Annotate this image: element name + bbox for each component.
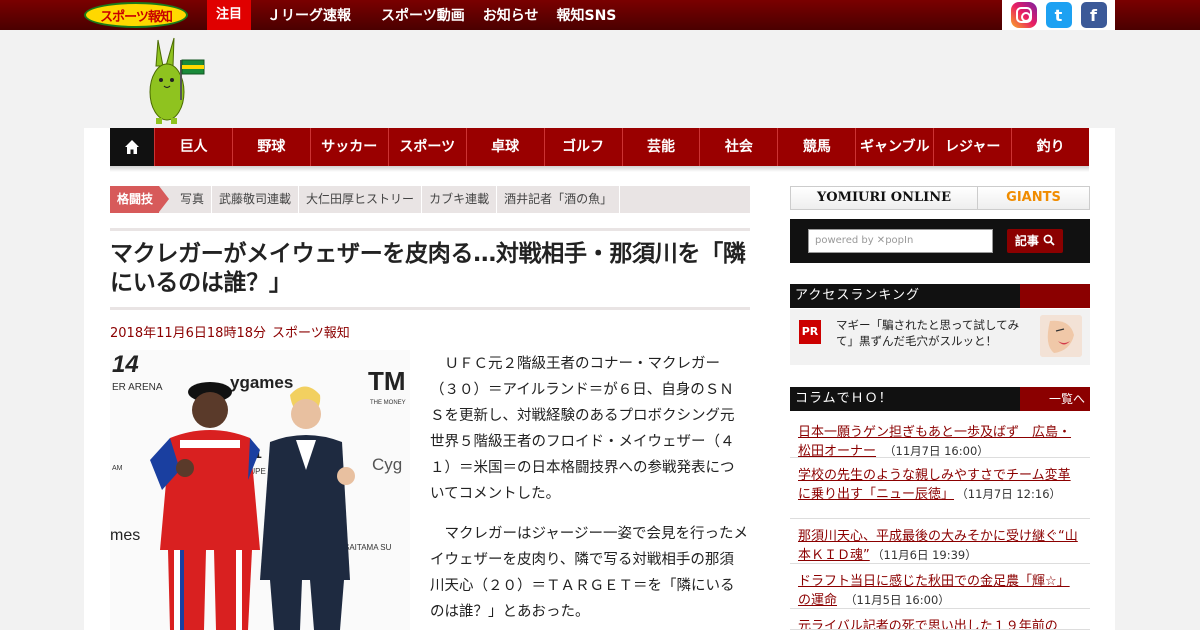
photo-text-arena: ER ARENA bbox=[112, 382, 163, 393]
column-item: 元ライバル記者の死で思い出した１９年前の bbox=[790, 612, 1090, 630]
partner-banner: YOMIURI ONLINE GIANTS bbox=[790, 186, 1090, 210]
nav-cat-soccer[interactable]: サッカー bbox=[309, 128, 388, 166]
main-nav: 巨人 野球 サッカー スポーツ 卓球 ゴルフ 芸能 社会 競馬 ギャンブル レジ… bbox=[110, 128, 1089, 166]
column-more-link[interactable]: 一覧へ bbox=[1020, 387, 1090, 411]
top-bar: スポーツ報知 注目 Ｊリーグ速報 スポーツ動画 お知らせ 報知SNS t f bbox=[0, 0, 1200, 30]
column-title: コラムでＨＯ！ bbox=[795, 391, 893, 406]
yomiuri-online-link[interactable]: YOMIURI ONLINE bbox=[791, 187, 978, 209]
ranking-title: アクセスランキング bbox=[795, 288, 920, 303]
article-date: 2018年11月6日18時18分 bbox=[110, 326, 266, 341]
social-links: t f bbox=[1002, 0, 1115, 30]
photo-text-money: THE MONEY bbox=[370, 400, 406, 406]
topnav-item-sns[interactable]: 報知SNS bbox=[556, 5, 616, 25]
nav-cat-sports[interactable]: スポーツ bbox=[387, 128, 466, 166]
column-item: 那須川天心、平成最後の大みそかに受け継ぐ“山本ＫＩＤ魂” （11月6日 19:39… bbox=[790, 522, 1090, 564]
breadcrumb: 格闘技 写真 武藤敬司連載 大仁田厚ヒストリー カブキ連載 酒井記者「酒の魚」 bbox=[110, 186, 750, 213]
nav-cat-leisure[interactable]: レジャー bbox=[933, 128, 1011, 166]
article-title-box: マクレガーがメイウェザーを皮肉る…対戦相手・那須川を「隣にいるのは誰？」 bbox=[110, 228, 750, 310]
hot-label[interactable]: 注目 bbox=[207, 0, 252, 30]
pr-text[interactable]: マギー「騙されたと思って試してみて」黒ずんだ毛穴がスルッと！ bbox=[836, 317, 1032, 349]
search-icon bbox=[1043, 234, 1055, 246]
pr-ad[interactable]: PR マギー「騙されたと思って試してみて」黒ずんだ毛穴がスルッと！ bbox=[790, 309, 1090, 365]
topnav-item-video[interactable]: スポーツ動画 bbox=[381, 5, 465, 25]
column-item-date: （11月7日 16:00） bbox=[884, 444, 989, 458]
site-logo-text: スポーツ報知 bbox=[100, 9, 173, 25]
article-paragraph: マクレガーはジャージー一姿で会見を行ったメイウェザーを皮肉り、隣で写る対戦相手の… bbox=[430, 526, 748, 620]
photo-text-ygames: ygames bbox=[230, 373, 293, 392]
article-source: スポーツ報知 bbox=[271, 326, 350, 341]
nav-cat-gamble[interactable]: ギャンブル bbox=[855, 128, 933, 166]
search-button[interactable]: 記事 bbox=[1007, 229, 1063, 253]
photo-text-14: 14 bbox=[112, 351, 139, 378]
nav-cat-society[interactable]: 社会 bbox=[699, 128, 777, 166]
search-box: powered by ✕popIn 記事 bbox=[790, 219, 1090, 263]
pr-thumbnail[interactable] bbox=[1040, 315, 1082, 357]
topnav-item-news[interactable]: お知らせ bbox=[483, 5, 539, 25]
breadcrumb-link-muto[interactable]: 武藤敬司連載 bbox=[212, 186, 300, 213]
breadcrumb-link-onita[interactable]: 大仁田厚ヒストリー bbox=[299, 186, 423, 213]
photo-text-mes: mes bbox=[110, 527, 140, 544]
photo-text-am: AM bbox=[112, 465, 123, 472]
twitter-icon[interactable]: t bbox=[1045, 2, 1072, 28]
search-input[interactable]: powered by ✕popIn bbox=[808, 229, 993, 253]
nav-cat-keiba[interactable]: 競馬 bbox=[777, 128, 855, 166]
instagram-icon[interactable] bbox=[1010, 2, 1037, 28]
pr-badge: PR bbox=[799, 320, 821, 344]
photo-text-saitama: SAITAMA SU bbox=[344, 543, 392, 552]
column-item-date: （11月7日 12:16） bbox=[962, 487, 1062, 501]
column-item-date: （11月6日 19:39） bbox=[877, 548, 977, 562]
search-button-label: 記事 bbox=[1014, 234, 1039, 248]
breadcrumb-link-sakai[interactable]: 酒井記者「酒の魚」 bbox=[497, 186, 621, 213]
nav-cat-fishing[interactable]: 釣り bbox=[1011, 128, 1089, 166]
article-photo[interactable]: 14 ER ARENA ygames TM THE MONEY Cyg N.1 … bbox=[110, 350, 410, 630]
facebook-icon[interactable]: f bbox=[1080, 2, 1107, 28]
photo-text-tm: TM bbox=[368, 366, 406, 396]
breadcrumb-link-kabuki[interactable]: カブキ連載 bbox=[422, 186, 498, 213]
column-header: コラムでＨＯ！ 一覧へ bbox=[790, 387, 1090, 411]
home-icon bbox=[125, 140, 139, 154]
column-item-date: （11月5日 16:00） bbox=[845, 593, 950, 607]
article-title: マクレガーがメイウェザーを皮肉る…対戦相手・那須川を「隣にいるのは誰？」 bbox=[110, 241, 746, 296]
breadcrumb-category[interactable]: 格闘技 bbox=[110, 186, 170, 213]
nav-cat-golf[interactable]: ゴルフ bbox=[543, 128, 622, 166]
nav-cat-tabletennis[interactable]: 卓球 bbox=[465, 128, 544, 166]
home-button[interactable] bbox=[110, 128, 154, 166]
mascot-illustration bbox=[149, 37, 205, 124]
article-paragraph: ＵＦＣ元２階級王者のコナー・マクレガー（３０）＝アイルランド＝が６日、自身のＳＮ… bbox=[430, 356, 735, 502]
top-nav: 注目 Ｊリーグ速報 スポーツ動画 お知らせ 報知SNS bbox=[207, 0, 616, 30]
nav-cat-giants[interactable]: 巨人 bbox=[154, 128, 232, 166]
column-item-title[interactable]: 元ライバル記者の死で思い出した１９年前の bbox=[798, 619, 1058, 629]
photo-text-cyg: Cyg bbox=[372, 455, 402, 474]
nav-cat-baseball[interactable]: 野球 bbox=[231, 128, 310, 166]
article-dateline: 2018年11月6日18時18分 スポーツ報知 bbox=[110, 322, 356, 341]
breadcrumb-link-photo[interactable]: 写真 bbox=[173, 186, 213, 213]
nav-shadow bbox=[110, 166, 1089, 172]
nav-cat-entertainment[interactable]: 芸能 bbox=[621, 128, 700, 166]
article-body: ＵＦＣ元２階級王者のコナー・マクレガー（３０）＝アイルランド＝が６日、自身のＳＮ… bbox=[430, 351, 748, 625]
column-item: 学校の先生のような親しみやすさでチーム変革に乗り出す「ニュー辰徳」 （11月7日 … bbox=[790, 461, 1090, 519]
giants-link[interactable]: GIANTS bbox=[978, 187, 1089, 209]
ranking-header: アクセスランキング bbox=[790, 284, 1090, 308]
twitter-glyph: t bbox=[1054, 5, 1063, 25]
column-item: 日本一願うゲン担ぎもあと一歩及ばず 広島・松田オーナー （11月7日 16:00） bbox=[790, 418, 1090, 459]
site-logo[interactable]: スポーツ報知 bbox=[84, 2, 188, 28]
facebook-glyph: f bbox=[1090, 5, 1097, 25]
ranking-header-tab bbox=[1020, 284, 1090, 308]
column-item: ドラフト当日に感じた秋田での金足農「輝☆」の運命 （11月5日 16:00） bbox=[790, 567, 1090, 609]
topnav-item-jleague[interactable]: Ｊリーグ速報 bbox=[267, 5, 351, 25]
